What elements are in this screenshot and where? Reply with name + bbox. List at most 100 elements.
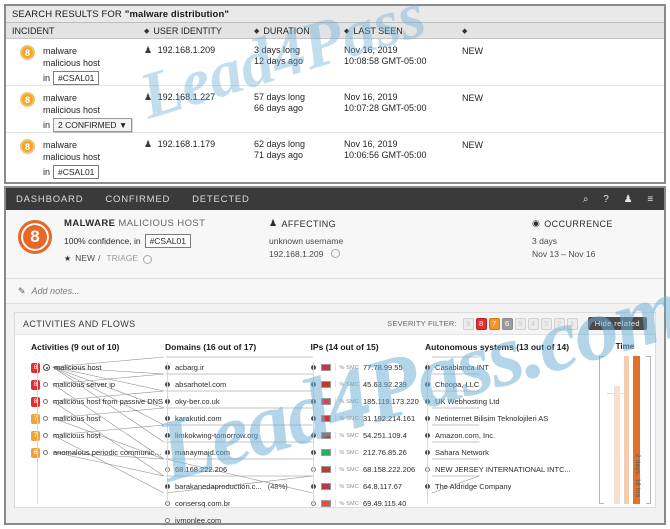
list-item[interactable]: absarhotel.com (165, 376, 311, 393)
incident-description: malware malicious host in #CSAL01 (43, 139, 100, 180)
pencil-icon: ✎ (18, 285, 26, 296)
more-options-icon[interactable] (143, 254, 153, 264)
last-seen-cell: Nov 16, 2019 10:06:56 GMT-05:00 (344, 139, 462, 180)
column-header-last-seen[interactable]: ◆ LAST SEEN (344, 26, 462, 36)
column-header-incident[interactable]: INCIDENT (6, 26, 144, 36)
list-item[interactable]: | % SMC 69.49.115.40 (310, 495, 426, 512)
user-icon[interactable]: ♟ (624, 194, 634, 205)
list-item[interactable]: 7 malicious host (31, 410, 165, 427)
affecting-label: AFFECTING (281, 218, 337, 229)
list-item[interactable]: 68.168.222.206 (165, 461, 311, 478)
affecting-ip[interactable]: 192.168.1.209 (269, 249, 323, 259)
last-seen-time: 10:06:56 GMT-05:00 (344, 150, 427, 160)
incident-tag[interactable]: #CSAL01 (144, 234, 191, 248)
list-item[interactable]: | % SMC 64.8.117.67 (310, 478, 426, 495)
occurrence-label: OCCURRENCE (544, 218, 613, 229)
severity-chip-2[interactable]: 2 (553, 317, 565, 330)
autonomous-system-label: Amazon.com, Inc. (435, 431, 496, 440)
country-flag-icon (320, 364, 331, 371)
incident-tag[interactable]: #CSAL01 (53, 71, 100, 85)
smc-label: % SMC (339, 432, 360, 439)
column-header-user-identity[interactable]: ◆ USER IDENTITY (144, 26, 254, 36)
triage-label[interactable]: TRIAGE (106, 253, 138, 263)
ip-label: 45.63.92.239 (363, 380, 407, 389)
severity-chip-1[interactable]: 1 (566, 317, 578, 330)
incident-subtype: malicious host (43, 58, 101, 68)
list-item[interactable]: | % SMC 212.76.85.26 (310, 444, 426, 461)
column-header-domains: Domains (16 out of 17) (165, 342, 257, 352)
autonomous-system-label: NEW JERSEY INTERNATIONAL INTC... (435, 465, 571, 474)
list-item[interactable]: 6 anomalous periodic communicat... (31, 444, 165, 461)
list-item[interactable]: karakutid.com (165, 410, 311, 427)
list-item[interactable]: limkokwing-tomorrow.org (165, 427, 311, 444)
list-item[interactable]: acbarg.ir (165, 359, 311, 376)
column-header-duration[interactable]: ◆ DURATION (254, 26, 344, 36)
duration-ago: 66 days ago (254, 103, 304, 113)
incident-tag[interactable]: #CSAL01 (53, 165, 100, 179)
list-item[interactable]: | % SMC 68.158.222.206 (310, 461, 426, 478)
severity-badge: 8 (31, 379, 40, 390)
list-item[interactable]: manaymajd.com (165, 444, 311, 461)
nav-item-detected[interactable]: DETECTED (192, 194, 250, 205)
confirmed-dropdown[interactable]: 2 CONFIRMED ▼ (53, 118, 133, 132)
list-item[interactable]: | % SMC 45.63.92.239 (310, 376, 426, 393)
search-icon[interactable]: ⌕ (583, 194, 589, 205)
list-item[interactable]: Netinternet Bilisim Teknolojileri AS (425, 410, 595, 427)
nav-item-confirmed[interactable]: CONFIRMED (105, 194, 170, 205)
list-item[interactable]: Casablanca INT (425, 359, 595, 376)
severity-chip-9[interactable]: 9 (462, 317, 474, 330)
hide-related-button[interactable]: Hide related (587, 317, 647, 330)
severity-badge: 8 (20, 45, 35, 60)
list-item[interactable]: 8 malicious host from passive DNS (31, 393, 165, 410)
help-icon[interactable]: ? (603, 194, 609, 205)
star-icon[interactable]: ★ (64, 254, 71, 263)
more-options-icon[interactable] (330, 249, 340, 258)
domain-label: absarhotel.com (175, 380, 227, 389)
list-item[interactable]: 8 malicious server ip (31, 376, 165, 393)
nav-item-dashboard[interactable]: DASHBOARD (16, 194, 83, 205)
list-item[interactable]: | % SMC 54.251.109.4 (310, 427, 426, 444)
table-row[interactable]: 8 malware malicious host in #CSAL01 ♟ 19… (6, 133, 664, 180)
severity-chip-7[interactable]: 7 (488, 317, 500, 330)
list-item[interactable]: | % SMC 185.119.173.220 (310, 393, 426, 410)
list-item[interactable]: Choopa, LLC (425, 376, 595, 393)
node-icon (43, 416, 48, 421)
activities-and-flows-header: ACTIVITIES AND FLOWS SEVERITY FILTER: 9 … (15, 313, 655, 335)
table-row[interactable]: 8 malware malicious host in 2 CONFIRMED … (6, 86, 664, 133)
list-item[interactable]: oky-ber.co.uk (165, 393, 311, 410)
list-item[interactable]: jvmonlee.com (165, 512, 311, 523)
severity-chip-4[interactable]: 4 (527, 317, 539, 330)
incident-detail-panel: DASHBOARD CONFIRMED DETECTED ⌕ ? ♟ ≡ 8 M… (4, 186, 666, 525)
country-flag-icon (320, 500, 331, 507)
severity-chip-3[interactable]: 3 (540, 317, 552, 330)
list-item[interactable]: consersq.com.br (165, 495, 311, 512)
menu-icon[interactable]: ≡ (647, 194, 654, 205)
list-item[interactable]: 8 malicious host (31, 359, 165, 376)
incident-in-label: in (43, 167, 51, 177)
autonomous-system-label: Netinternet Bilisim Teknolojileri AS (435, 414, 549, 423)
column-header-status[interactable]: ◆ (462, 27, 562, 35)
incident-subtype: malicious host (43, 105, 101, 115)
add-notes-field[interactable]: ✎ Add notes... (6, 279, 664, 304)
list-item[interactable]: The Aldridge Company (425, 478, 595, 495)
list-item[interactable]: | % SMC 31.192.214.161 (310, 410, 426, 427)
domain-percentage: (48%) (267, 482, 288, 491)
severity-chip-8[interactable]: 8 (475, 317, 487, 330)
ip-label: 31.192.214.161 (363, 414, 416, 423)
list-item[interactable]: | % SMC 77.78.99.55 (310, 359, 426, 376)
list-item[interactable]: barakanedaproduction.c... (48%) (165, 478, 311, 495)
incident-subtype: malicious host (43, 152, 101, 162)
column-label: LAST SEEN (353, 25, 403, 36)
search-results-query: "malware distribution" (124, 8, 229, 20)
sort-caret-icon: ◆ (144, 27, 150, 35)
list-item[interactable]: UK Webhosting Ltd (425, 393, 595, 410)
list-item[interactable]: Sahara Network (425, 444, 595, 461)
list-item[interactable]: NEW JERSEY INTERNATIONAL INTC... (425, 461, 595, 478)
table-row[interactable]: 8 malware malicious host in #CSAL01 ♟ 19… (6, 39, 664, 86)
severity-chip-5[interactable]: 5 (514, 317, 526, 330)
severity-chip-6[interactable]: 6 (501, 317, 513, 330)
list-item[interactable]: 7 malicious host (31, 427, 165, 444)
column-header-autonomous-systems: Autonomous systems (13 out of 14) (425, 342, 570, 352)
list-item[interactable]: Amazon.com, Inc. (425, 427, 595, 444)
ip-label: 64.8.117.67 (363, 482, 403, 491)
